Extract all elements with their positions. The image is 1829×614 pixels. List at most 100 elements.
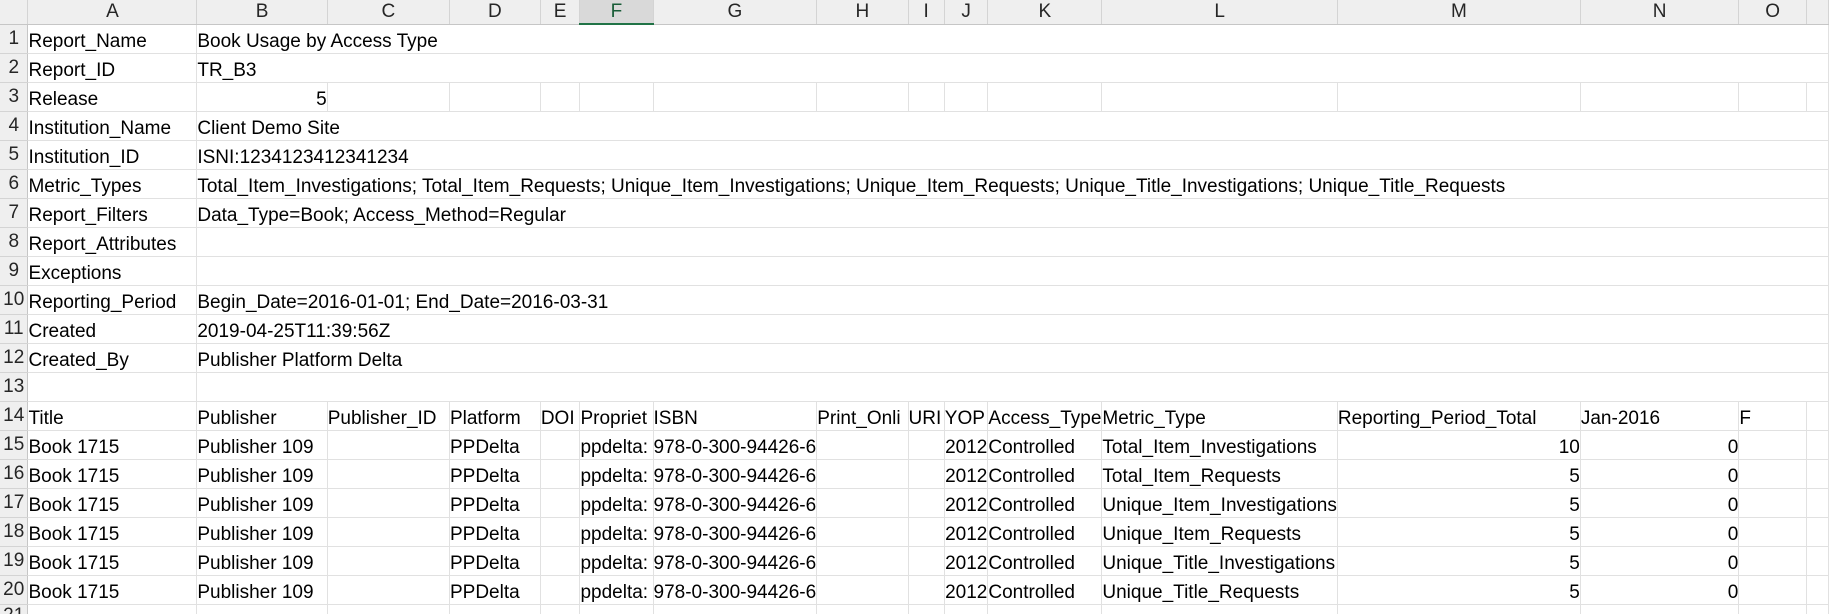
- cell[interactable]: 5: [1337, 488, 1581, 518]
- spreadsheet-grid[interactable]: A B C D E F G H I J K L M N O 1 Report_Na…: [0, 0, 1829, 614]
- cell[interactable]: Book 1715: [27, 459, 198, 489]
- header-cell[interactable]: DOI: [540, 401, 581, 431]
- cell[interactable]: 0: [1580, 575, 1740, 605]
- cell[interactable]: 0: [1580, 459, 1740, 489]
- column-header-c[interactable]: C: [327, 0, 450, 25]
- cell[interactable]: [1806, 575, 1829, 605]
- cell[interactable]: 2012: [944, 430, 989, 460]
- header-cell[interactable]: Print_Onli: [816, 401, 909, 431]
- column-header-d[interactable]: D: [449, 0, 541, 25]
- cell[interactable]: [1806, 488, 1829, 518]
- cell[interactable]: [1580, 82, 1740, 112]
- cell[interactable]: [1101, 82, 1338, 112]
- column-header-m[interactable]: M: [1337, 0, 1581, 25]
- cell[interactable]: PPDelta: [449, 430, 541, 460]
- cell[interactable]: [1806, 517, 1829, 547]
- cell[interactable]: 0: [1580, 430, 1740, 460]
- cell[interactable]: [1738, 82, 1807, 112]
- row-header[interactable]: 9: [0, 256, 29, 286]
- cell[interactable]: [449, 604, 541, 614]
- cell[interactable]: ppdelta:: [579, 546, 654, 576]
- select-all-corner[interactable]: [0, 0, 29, 25]
- cell[interactable]: Controlled: [987, 546, 1103, 576]
- cell[interactable]: [653, 82, 818, 112]
- cell[interactable]: ppdelta:: [579, 430, 654, 460]
- cell[interactable]: Client Demo Site: [196, 111, 1829, 141]
- cell[interactable]: Unique_Title_Investigations: [1101, 546, 1338, 576]
- row-header[interactable]: 3: [0, 82, 29, 112]
- column-header-o[interactable]: O: [1738, 0, 1807, 25]
- cell[interactable]: Publisher 109: [196, 430, 328, 460]
- cell[interactable]: 5: [1337, 546, 1581, 576]
- cell[interactable]: [540, 82, 581, 112]
- header-cell[interactable]: Propriet: [579, 401, 654, 431]
- cell[interactable]: Publisher Platform Delta: [196, 343, 1829, 373]
- cell[interactable]: PPDelta: [449, 517, 541, 547]
- cell[interactable]: [653, 604, 818, 614]
- row-header[interactable]: 15: [0, 430, 29, 460]
- cell[interactable]: [987, 604, 1103, 614]
- cell[interactable]: [1806, 604, 1829, 614]
- cell[interactable]: ppdelta:: [579, 488, 654, 518]
- cell[interactable]: [579, 82, 654, 112]
- header-cell[interactable]: YOP: [944, 401, 989, 431]
- cell[interactable]: Institution_ID: [27, 140, 198, 170]
- column-header-l[interactable]: L: [1101, 0, 1338, 25]
- cell[interactable]: [1738, 517, 1807, 547]
- cell[interactable]: [816, 430, 909, 460]
- cell[interactable]: [196, 604, 328, 614]
- cell[interactable]: Publisher 109: [196, 546, 328, 576]
- cell[interactable]: [1806, 546, 1829, 576]
- header-cell[interactable]: Reporting_Period_Total: [1337, 401, 1581, 431]
- cell[interactable]: [1337, 82, 1581, 112]
- cell[interactable]: [540, 430, 581, 460]
- cell[interactable]: [816, 517, 909, 547]
- cell[interactable]: [27, 372, 198, 402]
- cell[interactable]: PPDelta: [449, 575, 541, 605]
- cell[interactable]: 2012: [944, 517, 989, 547]
- cell[interactable]: [327, 604, 450, 614]
- cell[interactable]: [540, 488, 581, 518]
- cell[interactable]: [327, 575, 450, 605]
- row-header[interactable]: 8: [0, 227, 29, 257]
- cell[interactable]: Total_Item_Investigations; Total_Item_Re…: [196, 169, 1829, 199]
- cell[interactable]: 978-0-300-94426-6: [653, 575, 818, 605]
- cell[interactable]: Unique_Item_Requests: [1101, 517, 1338, 547]
- row-header[interactable]: 16: [0, 459, 29, 489]
- cell[interactable]: 978-0-300-94426-6: [653, 546, 818, 576]
- row-header[interactable]: 20: [0, 575, 29, 605]
- column-header-a[interactable]: A: [27, 0, 198, 25]
- cell[interactable]: Release: [27, 82, 198, 112]
- cell[interactable]: 2012: [944, 575, 989, 605]
- column-header-n[interactable]: N: [1580, 0, 1740, 25]
- cell[interactable]: Reporting_Period: [27, 285, 198, 315]
- cell[interactable]: [540, 604, 581, 614]
- cell[interactable]: [1738, 488, 1807, 518]
- cell[interactable]: [1738, 604, 1807, 614]
- cell[interactable]: Created: [27, 314, 198, 344]
- cell[interactable]: Book 1715: [27, 546, 198, 576]
- cell[interactable]: 978-0-300-94426-6: [653, 459, 818, 489]
- row-header[interactable]: 4: [0, 111, 29, 141]
- cell[interactable]: TR_B3: [196, 53, 1829, 83]
- cell[interactable]: [1806, 459, 1829, 489]
- cell[interactable]: [540, 546, 581, 576]
- cell[interactable]: 5: [1337, 517, 1581, 547]
- cell[interactable]: [908, 575, 945, 605]
- cell[interactable]: Controlled: [987, 517, 1103, 547]
- cell[interactable]: [1806, 430, 1829, 460]
- header-cell[interactable]: Publisher: [196, 401, 328, 431]
- header-cell[interactable]: Publisher_ID: [327, 401, 450, 431]
- column-header-b[interactable]: B: [196, 0, 328, 25]
- column-header-g[interactable]: G: [653, 0, 818, 25]
- cell[interactable]: Exceptions: [27, 256, 198, 286]
- cell[interactable]: [327, 82, 450, 112]
- cell[interactable]: ppdelta:: [579, 517, 654, 547]
- cell[interactable]: Report_Name: [27, 24, 198, 54]
- cell[interactable]: [196, 372, 1829, 402]
- row-header[interactable]: 18: [0, 517, 29, 547]
- cell[interactable]: Book 1715: [27, 488, 198, 518]
- cell[interactable]: Book 1715: [27, 430, 198, 460]
- column-header-f[interactable]: F: [579, 0, 654, 25]
- row-header[interactable]: 14: [0, 401, 29, 431]
